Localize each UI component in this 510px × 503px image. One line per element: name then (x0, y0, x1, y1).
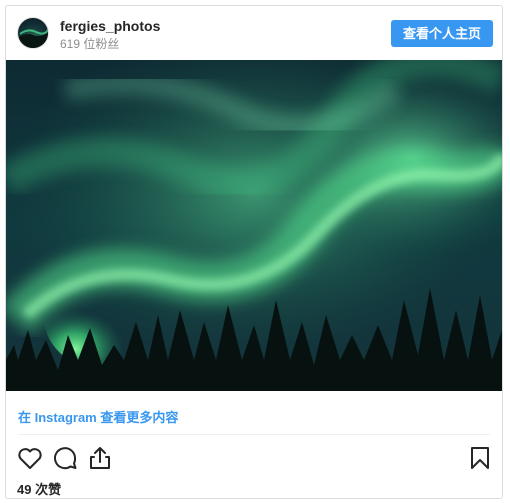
post-photo[interactable] (6, 60, 502, 391)
view-profile-button[interactable]: 查看个人主页 (390, 20, 493, 47)
user-info: fergies_photos 619 位粉丝 (60, 18, 160, 52)
avatar-image (18, 29, 48, 48)
instagram-embed-card: fergies_photos 619 位粉丝 查看个人主页 在 Instagra… (5, 5, 503, 499)
post-actions (6, 440, 502, 476)
heart-icon[interactable] (16, 444, 44, 472)
bookmark-icon[interactable] (466, 444, 494, 472)
post-header: fergies_photos 619 位粉丝 查看个人主页 (6, 6, 502, 60)
comment-icon[interactable] (51, 444, 79, 472)
username[interactable]: fergies_photos (60, 18, 160, 34)
avatar[interactable] (17, 17, 49, 49)
aurora-photo (6, 60, 502, 391)
share-icon[interactable] (86, 444, 114, 472)
like-count[interactable]: 49 次赞 (17, 479, 61, 498)
view-more-on-instagram-link[interactable]: 在 Instagram 查看更多内容 (18, 407, 178, 426)
follower-count: 619 位粉丝 (60, 37, 120, 51)
divider (18, 434, 490, 435)
